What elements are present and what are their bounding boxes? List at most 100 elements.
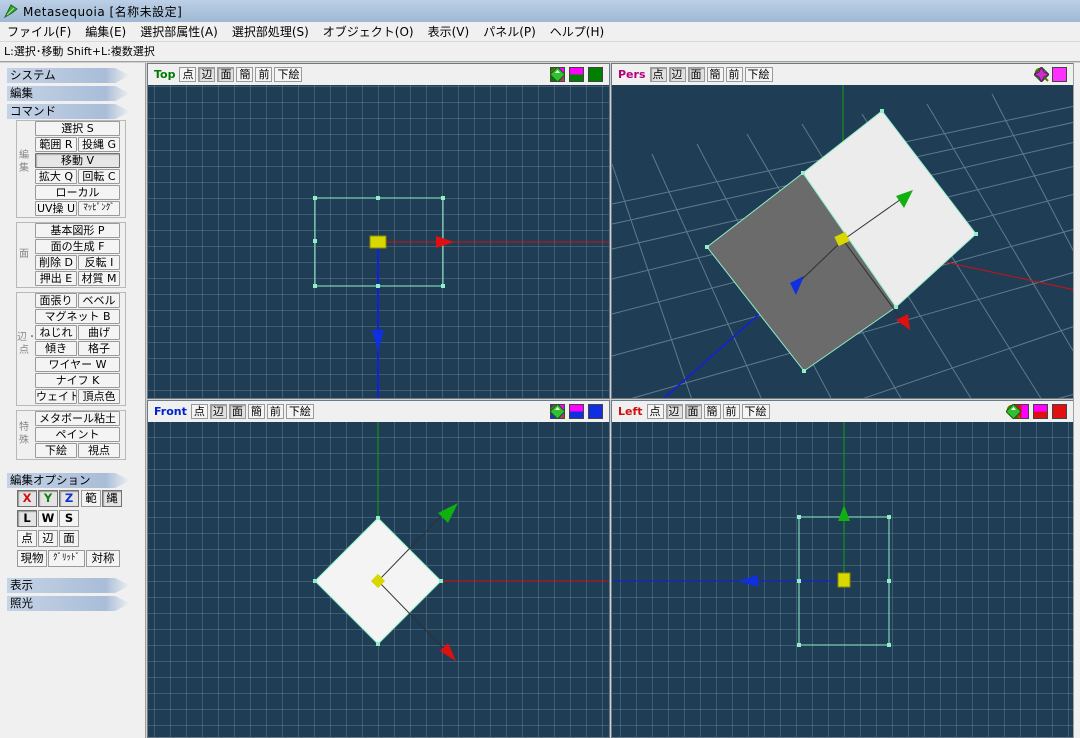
material-button[interactable]: 材質 M [78, 271, 120, 286]
color-swatch-icon[interactable] [1052, 404, 1067, 419]
twist-button[interactable]: ねじれ [35, 325, 77, 340]
menu-selection-attribute[interactable]: 選択部属性(A) [133, 23, 225, 40]
top-edge-button[interactable]: 辺 [198, 67, 216, 82]
lasso-button[interactable]: 投縄 G [78, 137, 120, 152]
section-display[interactable]: 表示 [7, 578, 130, 593]
bend-button[interactable]: 曲げ [78, 325, 120, 340]
color-swatch-icon[interactable] [1052, 67, 1067, 82]
pers-front-button[interactable]: 前 [725, 67, 743, 82]
face-cut-button[interactable]: 面張り [35, 293, 77, 308]
range-button[interactable]: 範囲 R [35, 137, 77, 152]
pers-point-button[interactable]: 点 [649, 67, 667, 82]
pers-underlay-button[interactable]: 下絵 [744, 67, 773, 82]
front-simple-button[interactable]: 簡 [247, 404, 265, 419]
pan-icon[interactable] [1006, 404, 1021, 419]
front-front-button[interactable]: 前 [266, 404, 284, 419]
underlay-button[interactable]: 下絵 [35, 443, 77, 458]
display-mode-alt-icon[interactable] [1033, 404, 1048, 419]
pers-edge-button[interactable]: 辺 [668, 67, 686, 82]
left-front-button[interactable]: 前 [722, 404, 740, 419]
menu-panel[interactable]: パネル(P) [476, 23, 543, 40]
screen-s-toggle[interactable]: S [59, 510, 79, 527]
center-handle[interactable] [369, 235, 387, 249]
vertex-color-button[interactable]: 頂点色 [78, 389, 120, 404]
menu-file[interactable]: ファイル(F) [0, 23, 78, 40]
create-face-button[interactable]: 面の生成 F [35, 239, 120, 254]
rotate-view-icon[interactable] [1034, 67, 1049, 82]
left-simple-button[interactable]: 簡 [703, 404, 721, 419]
delete-button[interactable]: 削除 D [35, 255, 77, 270]
menu-selection-process[interactable]: 選択部処理(S) [225, 23, 316, 40]
pers-face-button[interactable]: 面 [687, 67, 705, 82]
top-face-button[interactable]: 面 [217, 67, 235, 82]
top-underlay-button[interactable]: 下絵 [274, 67, 303, 82]
viewport-top-canvas[interactable] [148, 64, 610, 399]
section-command[interactable]: コマンド [7, 104, 130, 119]
axis-x-toggle[interactable]: X [17, 490, 37, 507]
world-w-toggle[interactable]: W [38, 510, 58, 527]
viewpoint-button[interactable]: 視点 [78, 443, 120, 458]
top-front-button[interactable]: 前 [255, 67, 273, 82]
color-swatch-icon[interactable] [588, 67, 603, 82]
move-button[interactable]: 移動 V [35, 153, 120, 168]
viewport-left-canvas[interactable] [612, 401, 1074, 738]
metaball-button[interactable]: メタボール粘土 [35, 411, 120, 426]
scale-button[interactable]: 拡大 Q [35, 169, 77, 184]
section-lighting[interactable]: 照光 [7, 596, 130, 611]
wire-button[interactable]: ワイヤー W [35, 357, 120, 372]
front-edge-button[interactable]: 辺 [209, 404, 227, 419]
bevel-button[interactable]: ベベル [78, 293, 120, 308]
viewport-pers-canvas[interactable] [612, 64, 1074, 399]
viewport-pers[interactable]: Pers 点 辺 面 簡 前 下絵 [611, 63, 1074, 399]
front-point-button[interactable]: 点 [190, 404, 208, 419]
knife-button[interactable]: ナイフ K [35, 373, 120, 388]
uv-button[interactable]: UV操 U [35, 201, 77, 216]
range-option[interactable]: 範 [81, 490, 101, 507]
pan-icon[interactable] [550, 67, 565, 82]
menu-help[interactable]: ヘルプ(H) [543, 23, 611, 40]
flip-button[interactable]: 反転 I [78, 255, 120, 270]
top-simple-button[interactable]: 簡 [236, 67, 254, 82]
axis-y-toggle[interactable]: Y [38, 490, 58, 507]
local-button[interactable]: ローカル [35, 185, 120, 200]
lattice-button[interactable]: 格子 [78, 341, 120, 356]
tilt-button[interactable]: 傾き [35, 341, 77, 356]
viewport-top[interactable]: Top 点 辺 面 簡 前 下絵 [147, 63, 610, 399]
mapping-button[interactable]: ﾏｯﾋﾟﾝｸﾞ [78, 201, 120, 216]
current-option[interactable]: 現物 [17, 550, 47, 567]
color-swatch-icon[interactable] [588, 404, 603, 419]
grid-option[interactable]: ｸﾞﾘｯﾄﾞ [48, 550, 85, 567]
local-l-toggle[interactable]: L [17, 510, 37, 527]
pers-simple-button[interactable]: 簡 [706, 67, 724, 82]
magnet-button[interactable]: マグネット B [35, 309, 120, 324]
axis-z-toggle[interactable]: Z [59, 490, 79, 507]
left-underlay-button[interactable]: 下絵 [741, 404, 770, 419]
section-edit[interactable]: 編集 [7, 86, 130, 101]
center-handle[interactable] [837, 572, 851, 588]
select-button[interactable]: 選択 S [35, 121, 120, 136]
lasso-option[interactable]: 縄 [102, 490, 122, 507]
menu-view[interactable]: 表示(V) [421, 23, 477, 40]
display-mode-alt-icon[interactable] [569, 404, 584, 419]
viewport-front[interactable]: Front 点 辺 面 簡 前 下絵 [147, 400, 610, 738]
pan-icon[interactable] [550, 404, 565, 419]
rotate-button[interactable]: 回転 C [78, 169, 120, 184]
menu-edit[interactable]: 編集(E) [78, 23, 133, 40]
display-mode-alt-icon[interactable] [569, 67, 584, 82]
section-edit-option[interactable]: 編集オプション [7, 473, 130, 488]
weight-button[interactable]: ウェイト [35, 389, 77, 404]
front-face-button[interactable]: 面 [228, 404, 246, 419]
edge-option[interactable]: 辺 [38, 530, 58, 547]
menu-object[interactable]: オブジェクト(O) [316, 23, 421, 40]
left-point-button[interactable]: 点 [646, 404, 664, 419]
paint-button[interactable]: ペイント [35, 427, 120, 442]
symmetry-option[interactable]: 対称 [86, 550, 120, 567]
viewport-front-canvas[interactable] [148, 401, 610, 738]
section-system[interactable]: システム [7, 68, 130, 83]
front-underlay-button[interactable]: 下絵 [285, 404, 314, 419]
left-edge-button[interactable]: 辺 [665, 404, 683, 419]
face-option[interactable]: 面 [59, 530, 79, 547]
point-option[interactable]: 点 [17, 530, 37, 547]
extrude-button[interactable]: 押出 E [35, 271, 77, 286]
viewport-left[interactable]: Left 点 辺 面 簡 前 下絵 [611, 400, 1074, 738]
